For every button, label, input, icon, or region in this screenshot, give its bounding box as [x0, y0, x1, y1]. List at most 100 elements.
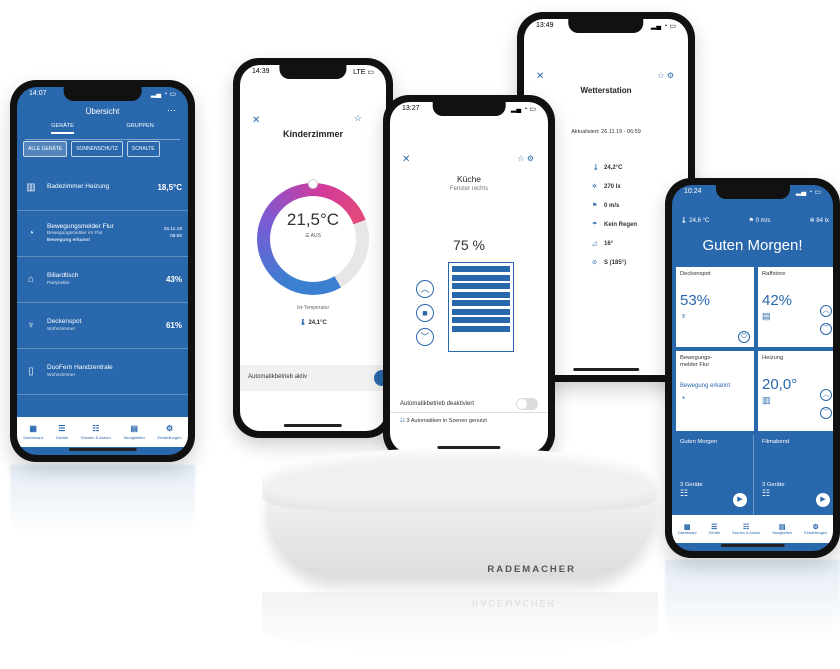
scene-info: ☷ 3 Automatiken in Szenen genutzt — [400, 418, 487, 424]
filter-all[interactable]: ALLE GERÄTE — [23, 141, 68, 157]
nav-settings[interactable]: ⚙ Einstellungen — [804, 523, 827, 535]
down-button[interactable]: ﹀ — [820, 323, 832, 335]
weather-strip: 🌡 24,6 °C ⚑ 0 m/s ✲ 84 lx — [680, 218, 829, 224]
tile-deckenspot[interactable]: Deckenspot 53% ♆ ⏻ — [676, 267, 754, 347]
spotlight-icon: ♆ — [27, 320, 35, 331]
nav-dashboard[interactable]: ▦ Dashboard — [23, 423, 43, 441]
down-button[interactable]: ﹀ — [820, 407, 832, 419]
tile-raffstore[interactable]: Raffstore 42% ▤ ︿ ﹀ — [758, 267, 833, 347]
phone-reflection — [665, 560, 840, 640]
star-icon[interactable]: ☆ — [657, 71, 664, 80]
play-button[interactable]: ▶ — [733, 493, 747, 507]
elevation-icon: ◿ — [592, 241, 597, 247]
down-button[interactable]: ﹀ — [416, 328, 434, 346]
lamp-icon: ⌂ — [27, 274, 35, 285]
stop-button[interactable]: ■ — [416, 304, 434, 322]
device-subtitle: Fenster rechts — [449, 186, 489, 192]
auto-row[interactable]: Automatikbetrieb aktiv — [240, 365, 386, 391]
blind-slat — [452, 343, 510, 349]
news-icon: ▤ — [130, 424, 138, 433]
thermometer-icon: 🌡 — [299, 320, 307, 326]
hub-reflection — [262, 592, 658, 652]
page-title: Übersicht — [85, 107, 120, 116]
up-button[interactable]: ︿ — [820, 305, 832, 317]
wind-icon: ⚑ — [592, 203, 598, 209]
rain-icon: ☂ — [592, 222, 598, 228]
room-title: Küche — [456, 174, 482, 184]
list-item[interactable]: ▥ Badezimmer Heizung 18,5°C — [17, 165, 188, 211]
greeting-title: Guten Morgen! — [702, 237, 803, 254]
star-icon[interactable]: ☆ — [517, 154, 524, 163]
blind-slat — [452, 274, 510, 281]
star-icon[interactable]: ☆ — [354, 113, 362, 124]
status-time: 13:27 — [402, 105, 420, 112]
mode-label: ☰ AUS — [305, 233, 321, 239]
motion-sensor-icon: ◔ — [27, 228, 35, 239]
close-icon[interactable]: ✕ — [536, 71, 544, 82]
filter-sunshade[interactable]: SONNENSCHUTZ — [71, 141, 123, 157]
phone-dashboard: 10:24 ▂▄ ◔ ▭ 🌡 24,6 °C ⚑ 0 m/s ✲ 84 lx G… — [665, 178, 840, 558]
device-title: Wetterstation — [580, 86, 632, 95]
tile-motion[interactable]: Bewegungs- melder Flur Bewegung erkannt … — [676, 351, 754, 431]
tab-devices[interactable]: GERÄTE — [51, 123, 74, 134]
dial-knob[interactable] — [308, 179, 318, 189]
blind-slat — [452, 334, 510, 340]
phone-reflection — [10, 465, 195, 535]
ist-value: 🌡 24,1°C — [299, 320, 327, 326]
status-time: 10:24 — [684, 188, 702, 195]
blind-slat — [452, 317, 510, 323]
scenes-icon: ☷ — [92, 424, 100, 433]
status-time: 14:39 — [252, 68, 270, 75]
smart-home-hub: RADEMACHER — [262, 448, 658, 578]
blind-visual[interactable] — [448, 262, 514, 352]
close-icon[interactable]: ✕ — [252, 115, 260, 126]
blind-screen: 13:27 ▂▄ ◔ ▭ ✕ ☆ ⚙ Küche Fenster rechts … — [390, 102, 548, 453]
close-icon[interactable]: ✕ — [402, 154, 410, 165]
product-scene: 14:07 ▂▄ ◔ ▭ Übersicht ⋯ GERÄTE GRUPPEN … — [0, 0, 840, 669]
nav-dashboard[interactable]: ▦ Dashboard — [678, 523, 697, 535]
list-item[interactable]: ⌂ Billardtisch Partykeller 43% — [17, 257, 188, 303]
target-temperature: 21,5°C — [286, 210, 340, 229]
list-item[interactable]: ♆ Deckenspot Wohnzimmer 61% — [17, 303, 188, 349]
phone-kinderzimmer: 14:39 LTE ▭ ✕ ☆ Kinderzimmer 21,5°C ☰ AU… — [233, 58, 393, 438]
nav-news[interactable]: ▤ Neuigkeiten — [124, 423, 145, 441]
compass-icon: ⊘ — [592, 260, 598, 266]
blind-slat — [452, 266, 510, 272]
tab-groups[interactable]: GRUPPEN — [126, 123, 153, 134]
up-button[interactable]: ︿ — [416, 280, 434, 298]
up-button[interactable]: ︿ — [820, 389, 832, 401]
brand-label: RADEMACHER — [487, 564, 576, 575]
list-item[interactable]: ◔ Bewegungsmelder Flur Bewegungsmelder i… — [17, 211, 188, 257]
nav-settings[interactable]: ⚙ Einstellungen — [158, 423, 182, 441]
thermostat-screen: 14:39 LTE ▭ ✕ ☆ Kinderzimmer 21,5°C ☰ AU… — [240, 65, 386, 431]
motion-sensor-icon: ◔ — [680, 393, 686, 404]
nav-scenes[interactable]: ☷ Szenen & Autom — [81, 423, 111, 441]
blind-slat — [452, 325, 510, 332]
play-button[interactable]: ▶ — [816, 493, 830, 507]
more-icon[interactable]: ⋯ — [167, 105, 176, 116]
sun-icon: ✲ — [592, 184, 598, 190]
blind-slat — [452, 308, 510, 315]
filter-switches[interactable]: SCHALTE — [126, 141, 160, 157]
scenes-icon: ☷ — [742, 524, 750, 531]
scene-guten-morgen[interactable]: Guten Morgen 3 Geräte ☷ ▶ — [676, 435, 754, 515]
nav-devices[interactable]: ☰ Geräte — [708, 523, 720, 535]
radiator-icon: ▥ — [26, 182, 36, 193]
scene-filmabend[interactable]: Filmabend 3 Geräte ☷ ▶ — [758, 435, 833, 515]
status-time: 13:49 — [536, 22, 554, 29]
devices-icon: ☰ — [711, 524, 718, 531]
nav-devices[interactable]: ☰ Geräte — [56, 423, 68, 441]
gear-icon: ⚙ — [812, 524, 819, 531]
bottom-nav: ▦ Dashboard ☰ Geräte ☷ Szenen & Autom ▤ Neui… — [672, 515, 833, 543]
gear-icon[interactable]: ⚙ — [527, 154, 534, 163]
list-item[interactable]: ▯ DuoFern Handzentrale Wohnzimmer — [17, 349, 188, 395]
brand-reflection: RADEMACHER — [472, 598, 557, 608]
nav-scenes[interactable]: ☷ Szenen & Autom — [732, 523, 760, 535]
auto-toggle[interactable] — [516, 398, 538, 410]
power-button[interactable]: ⏻ — [738, 331, 750, 343]
nav-news[interactable]: ▤ Neuigkeiten — [772, 523, 792, 535]
gear-icon[interactable]: ⚙ — [667, 71, 674, 80]
tile-heizung[interactable]: Heizung 20,0° ▥ ︿ ﹀ — [758, 351, 833, 431]
temperature-dial[interactable] — [257, 179, 369, 295]
dashboard-icon: ▦ — [29, 424, 37, 433]
